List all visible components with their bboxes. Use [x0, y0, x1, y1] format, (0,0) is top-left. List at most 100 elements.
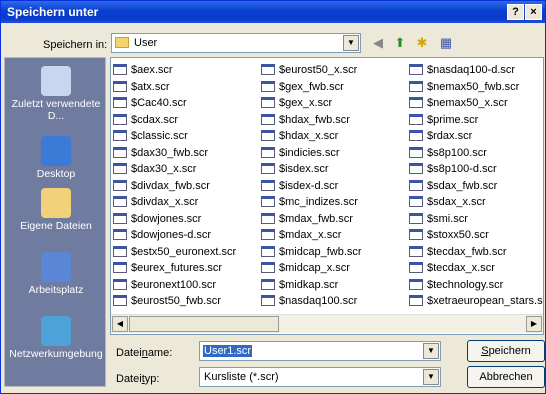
file-item[interactable]: $nasdaq100-d.scr [409, 62, 543, 79]
chevron-down-icon[interactable]: ▼ [343, 35, 359, 51]
file-item[interactable]: $divdax_fwb.scr [113, 178, 261, 195]
file-list[interactable]: $aex.scr $atx.scr $Cac40.scr $cdax.scr $clas… [110, 57, 544, 335]
file-item[interactable]: $smi.scr [409, 211, 543, 228]
script-file-icon [113, 163, 127, 174]
file-item[interactable]: $mdax_fwb.scr [261, 211, 411, 228]
script-file-icon [113, 245, 127, 257]
file-name: $nasdaq100-d.scr [427, 64, 516, 76]
file-name: $divdax_x.scr [131, 196, 199, 208]
filename-label: Dateiname: [116, 347, 172, 359]
file-item[interactable]: $Cac40.scr [113, 95, 261, 112]
file-item[interactable]: $stoxx50.scr [409, 227, 543, 244]
file-name: $s8p100-d.scr [427, 163, 497, 175]
file-item[interactable]: $rdax.scr [409, 128, 543, 145]
script-file-icon [409, 146, 423, 158]
file-item[interactable]: $estx50_euronext.scr [113, 244, 261, 261]
title-bar[interactable]: Speichern unter ? × [1, 1, 545, 23]
script-file-icon [113, 80, 127, 92]
file-item[interactable]: $tecdax_fwb.scr [409, 244, 543, 261]
file-name: $smi.scr [427, 212, 468, 225]
script-file-icon [261, 245, 275, 257]
file-name: $tecdax_fwb.scr [427, 245, 507, 258]
file-item[interactable]: $s8p100-d.scr [409, 161, 543, 178]
file-item[interactable]: $sdax_fwb.scr [409, 178, 543, 195]
close-button[interactable]: × [525, 4, 542, 20]
cancel-button[interactable]: Abbrechen [467, 366, 545, 388]
file-item[interactable]: $isdex-d.scr [261, 178, 411, 195]
file-item[interactable]: $gex_fwb.scr [261, 79, 411, 96]
chevron-down-icon[interactable]: ▼ [423, 343, 439, 359]
script-file-icon [261, 146, 275, 158]
script-file-icon [261, 278, 275, 290]
lookin-select[interactable]: User ▼ [111, 33, 361, 53]
file-item[interactable]: $mc_indizes.scr [261, 194, 411, 211]
file-item[interactable]: $gex_x.scr [261, 95, 411, 112]
place-desktop[interactable]: Desktop [5, 136, 107, 180]
save-button[interactable]: Speichern [467, 340, 545, 362]
file-item[interactable]: $eurex_futures.scr [113, 260, 261, 277]
scroll-thumb[interactable] [129, 316, 279, 332]
up-folder-icon[interactable]: ⬆ [391, 34, 409, 52]
new-folder-icon[interactable]: ✱ [413, 34, 431, 52]
file-item[interactable]: $hdax_fwb.scr [261, 112, 411, 129]
file-item[interactable]: $dowjones.scr [113, 211, 261, 228]
file-item[interactable]: $nasdaq100.scr [261, 293, 411, 310]
file-item[interactable]: $prime.scr [409, 112, 543, 129]
file-item[interactable]: $xetraeuropean_stars.sc [409, 293, 543, 310]
script-file-icon [409, 229, 423, 240]
filename-value: User1.scr [203, 345, 253, 357]
file-item[interactable]: $mdax_x.scr [261, 227, 411, 244]
file-item[interactable]: $midcap_fwb.scr [261, 244, 411, 261]
file-item[interactable]: $dax30_x.scr [113, 161, 261, 178]
file-item[interactable]: $classic.scr [113, 128, 261, 145]
file-item[interactable]: $indicies.scr [261, 145, 411, 162]
file-item[interactable]: $cdax.scr [113, 112, 261, 129]
script-file-icon [261, 179, 275, 191]
place-my-computer[interactable]: Arbeitsplatz [5, 252, 107, 296]
file-item[interactable]: $midcap_x.scr [261, 260, 411, 277]
file-name: $divdax_fwb.scr [131, 179, 210, 192]
file-name: $prime.scr [427, 113, 479, 126]
file-name: $eurost50_fwb.scr [131, 295, 221, 307]
file-name: $cdax.scr [131, 113, 179, 126]
place-recent[interactable]: Zuletzt verwendete D... [5, 66, 107, 122]
scroll-right-icon[interactable]: ▶ [526, 316, 542, 332]
help-button[interactable]: ? [507, 4, 524, 20]
file-item[interactable]: $aex.scr [113, 62, 261, 79]
view-menu-icon[interactable]: ▦ [437, 34, 455, 52]
file-item[interactable]: $midkap.scr [261, 277, 411, 294]
script-file-icon [409, 97, 423, 108]
script-file-icon [261, 97, 275, 108]
file-item[interactable]: $nemax50_x.scr [409, 95, 543, 112]
back-icon[interactable]: ◀ [369, 34, 387, 52]
filetype-label: Dateityp: [116, 373, 159, 385]
file-item[interactable]: $euronext100.scr [113, 277, 261, 294]
script-file-icon [409, 64, 423, 75]
file-item[interactable]: $technology.scr [409, 277, 543, 294]
file-item[interactable]: $hdax_x.scr [261, 128, 411, 145]
script-file-icon [409, 278, 423, 290]
filename-input[interactable]: User1.scr ▼ [199, 341, 441, 361]
file-item[interactable]: $divdax_x.scr [113, 194, 261, 211]
file-item[interactable]: $isdex.scr [261, 161, 411, 178]
file-name: $classic.scr [131, 130, 188, 142]
script-file-icon [113, 295, 127, 306]
horizontal-scrollbar[interactable]: ◀ ▶ [111, 314, 543, 333]
file-item[interactable]: $eurost50_x.scr [261, 62, 411, 79]
file-item[interactable]: $dowjones-d.scr [113, 227, 261, 244]
file-item[interactable]: $eurost50_fwb.scr [113, 293, 261, 310]
chevron-down-icon[interactable]: ▼ [423, 369, 439, 385]
place-my-documents[interactable]: Eigene Dateien [5, 188, 107, 232]
file-item[interactable]: $nemax50_fwb.scr [409, 79, 543, 96]
file-item[interactable]: $sdax_x.scr [409, 194, 543, 211]
file-item[interactable]: $dax30_fwb.scr [113, 145, 261, 162]
file-item[interactable]: $tecdax_x.scr [409, 260, 543, 277]
script-file-icon [113, 130, 127, 141]
place-network[interactable]: Netzwerkumgebung [5, 316, 107, 360]
file-item[interactable]: $s8p100.scr [409, 145, 543, 162]
script-file-icon [409, 262, 423, 273]
file-item[interactable]: $atx.scr [113, 79, 261, 96]
scroll-left-icon[interactable]: ◀ [112, 316, 128, 332]
save-label: peichern [488, 345, 531, 357]
filetype-select[interactable]: Kursliste (*.scr) ▼ [199, 367, 441, 387]
